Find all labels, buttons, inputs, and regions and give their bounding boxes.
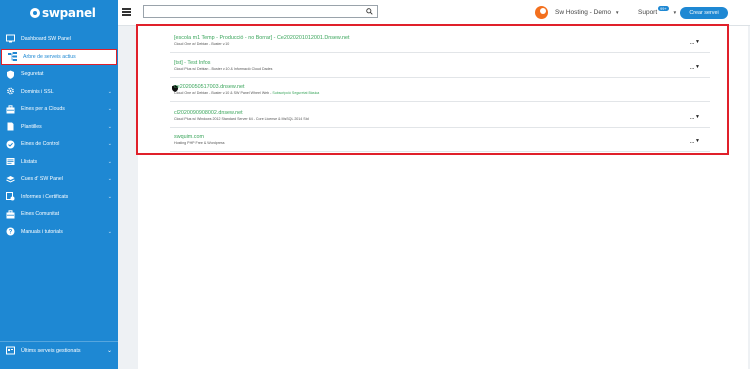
brand-name: swpanel xyxy=(42,6,96,20)
shield-icon xyxy=(6,70,15,79)
chevron-down-icon: ⌄ xyxy=(106,348,112,354)
server-row[interactable]: [escola m1 Temp - Producció - no Borrar]… xyxy=(170,31,710,53)
sidebar-item-label: Arbre de serveis actius xyxy=(23,53,76,60)
sidebar-item-tree[interactable]: Arbre de serveis actius xyxy=(1,48,117,65)
chevron-down-icon: ⌄ xyxy=(107,106,112,113)
caret-down-icon[interactable]: ▼ xyxy=(695,138,700,144)
report-icon xyxy=(6,192,15,201)
sidebar-item-label: Dominis i SSL xyxy=(21,88,54,95)
chevron-down-icon: ⌄ xyxy=(107,176,112,183)
sidebar-item-label: Manuals i tutorials xyxy=(21,228,63,235)
sidebar-item-list[interactable]: Llistats ⌄ xyxy=(0,153,118,171)
chevron-down-icon: ⌄ xyxy=(107,158,112,165)
server-row[interactable]: ce2020050517003.dnsew.net Cloud One w/ De… xyxy=(170,80,710,102)
support-menu[interactable]: Suport 99+ ▼ xyxy=(638,6,678,16)
server-row[interactable]: [tst] - Test Infos Cloud Plus w/ Debian -… xyxy=(170,56,710,78)
sidebar-item-toolbox[interactable]: Eines per a Clouds ⌄ xyxy=(0,101,118,119)
dashboard-icon xyxy=(6,34,15,43)
server-description: Cloud Plus w/ Windows 2012 Standard Serv… xyxy=(174,117,309,121)
layers-icon xyxy=(6,175,15,184)
sidebar-item-check[interactable]: Eines de Control ⌄ xyxy=(0,136,118,154)
sidebar-item-dashboard[interactable]: Dashboard SW Panel xyxy=(0,30,118,48)
sidebar-item-label: Seguretat xyxy=(21,71,44,78)
server-plan: Cloud One w/ Debian - Buster v.10 & SW P… xyxy=(174,91,273,95)
caret-down-icon[interactable]: ▼ xyxy=(695,39,700,45)
server-name-link[interactable]: [tst] - Test Infos xyxy=(174,60,210,66)
sidebar-item-label: Informes i Certificats xyxy=(21,193,69,200)
sidebar-nav: Dashboard SW Panel Arbre de serveis actiu… xyxy=(0,30,118,241)
server-description: Cloud One w/ Debian - Buster v.10 & SW P… xyxy=(174,91,319,95)
server-plan: Hosting PHP Free & Wordpress xyxy=(174,141,225,145)
topbar: Sw Hosting - Demo ▼ Suport 99+ ▼ Crear s… xyxy=(118,0,750,26)
gear-icon xyxy=(6,87,15,96)
search-icon[interactable] xyxy=(366,8,373,15)
server-name-link[interactable]: [escola m1 Temp - Producció - no Borrar]… xyxy=(174,35,350,41)
recent-services-label: Últims serveis gestionats xyxy=(21,347,81,354)
brand-logo[interactable]: swpanel xyxy=(0,0,118,26)
server-description: Cloud Plus w/ Debian - Buster v.10 & Inf… xyxy=(174,67,272,71)
sidebar-item-label: Cues d' SW Panel xyxy=(21,176,63,183)
account-name: Sw Hosting - Demo xyxy=(555,9,611,16)
more-options-icon[interactable]: ... xyxy=(690,114,695,121)
chevron-down-icon: ⌄ xyxy=(107,88,112,95)
toolbox-icon xyxy=(6,105,15,114)
sidebar-item-label: Eines per a Clouds xyxy=(21,106,65,113)
server-name-link[interactable]: cl2020090908002.dnsew.net xyxy=(174,110,243,116)
sidebar-item-document[interactable]: Plantilles ⌄ xyxy=(0,118,118,136)
account-menu[interactable]: Sw Hosting - Demo ▼ xyxy=(535,6,619,19)
swpanel-logo-icon xyxy=(30,8,40,18)
help-icon: ? xyxy=(6,227,15,236)
document-icon xyxy=(6,122,15,131)
sidebar-item-label: Eines Comunitat xyxy=(21,211,60,218)
check-icon xyxy=(6,140,15,149)
sidebar-item-layers[interactable]: Cues d' SW Panel ⌄ xyxy=(0,171,118,189)
chevron-down-icon: ⌄ xyxy=(107,123,112,130)
recent-services-toggle[interactable]: Últims serveis gestionats ⌄ xyxy=(0,341,118,359)
sidebar-item-report[interactable]: Informes i Certificats ⌄ xyxy=(0,188,118,206)
server-plan: Cloud One w/ Debian - Buster v.10 xyxy=(174,42,230,46)
more-options-icon[interactable]: ... xyxy=(690,64,695,71)
search-input[interactable] xyxy=(144,6,359,17)
caret-down-icon[interactable]: ▼ xyxy=(695,114,700,120)
sidebar: swpanel Dashboard SW Panel Arbre de serve… xyxy=(0,0,118,369)
tree-icon xyxy=(8,52,17,61)
chevron-down-icon: ⌄ xyxy=(107,141,112,148)
server-subscription-link[interactable]: Subscripció Seguretat Bàsica xyxy=(272,91,319,95)
caret-down-icon[interactable]: ▼ xyxy=(695,64,700,70)
sw-hosting-logo-icon xyxy=(535,6,548,19)
server-row[interactable]: cl2020090908002.dnsew.net Cloud Plus w/ W… xyxy=(170,106,710,128)
sidebar-item-label: Plantilles xyxy=(21,123,42,130)
sidebar-item-label: Llistats xyxy=(21,158,38,165)
server-plan: Cloud Plus w/ Windows 2012 Standard Serv… xyxy=(174,117,309,121)
more-options-icon[interactable]: ... xyxy=(690,39,695,46)
chevron-down-icon: ⌄ xyxy=(107,228,112,235)
server-row[interactable]: swquim.com Hosting PHP Free & Wordpress..… xyxy=(170,130,710,152)
history-icon xyxy=(6,346,15,355)
sidebar-item-label: Eines de Control xyxy=(21,141,60,148)
sidebar-item-label: Dashboard SW Panel xyxy=(21,35,71,42)
create-service-button[interactable]: Crear servei xyxy=(680,7,728,19)
menu-toggle-icon[interactable] xyxy=(122,8,131,16)
caret-down-icon: ▼ xyxy=(672,10,678,15)
sidebar-item-toolbox[interactable]: Eines Comunitat xyxy=(0,206,118,224)
server-name-link[interactable]: swquim.com xyxy=(174,134,204,140)
search-box xyxy=(143,5,378,18)
svg-text:?: ? xyxy=(9,230,13,236)
sidebar-item-help[interactable]: ? Manuals i tutorials ⌄ xyxy=(0,223,118,241)
support-badge: 99+ xyxy=(658,6,669,11)
server-name-link[interactable]: ce2020050517003.dnsew.net xyxy=(174,84,244,90)
more-options-icon[interactable]: ... xyxy=(690,138,695,145)
server-description: Cloud One w/ Debian - Buster v.10 xyxy=(174,42,229,46)
sidebar-item-gear[interactable]: Dominis i SSL ⌄ xyxy=(0,83,118,101)
caret-down-icon: ▼ xyxy=(615,10,620,15)
sidebar-item-shield[interactable]: Seguretat xyxy=(0,66,118,84)
support-label: Suport xyxy=(638,9,658,16)
chevron-down-icon: ⌄ xyxy=(107,193,112,200)
server-plan: Cloud Plus w/ Debian - Buster v.10 & Inf… xyxy=(174,67,273,71)
server-description: Hosting PHP Free & Wordpress xyxy=(174,141,225,145)
list-icon xyxy=(6,157,15,166)
toolbox-icon xyxy=(6,210,15,219)
